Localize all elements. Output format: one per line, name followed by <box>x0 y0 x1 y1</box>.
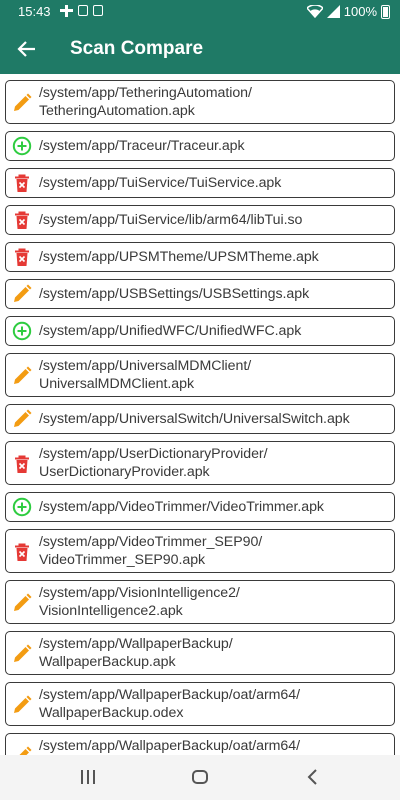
file-path: /system/app/Traceur/Traceur.apk <box>39 137 388 155</box>
trash-icon <box>12 210 32 230</box>
list-item[interactable]: /system/app/UniversalMDMClient/Universal… <box>5 353 395 397</box>
file-path-line: /system/app/TetheringAutomation/ <box>39 85 252 101</box>
file-path-line: UserDictionaryProvider.apk <box>39 464 210 480</box>
file-path-line: UniversalMDMClient.apk <box>39 376 195 392</box>
list-item[interactable]: /system/app/VideoTrimmer_SEP90/VideoTrim… <box>5 529 395 573</box>
list-item[interactable]: /system/app/VisionIntelligence2/VisionIn… <box>5 580 395 624</box>
file-path: /system/app/USBSettings/USBSettings.apk <box>39 285 388 303</box>
file-path-line: /system/app/WallpaperBackup/oat/arm64/ <box>39 687 300 703</box>
gamepad-icon <box>60 5 73 17</box>
back-button[interactable] <box>12 34 42 64</box>
file-path: /system/app/UnifiedWFC/UnifiedWFC.apk <box>39 322 388 340</box>
file-path: /system/app/WallpaperBackup/WallpaperBac… <box>39 635 388 671</box>
file-path-line: /system/app/Traceur/Traceur.apk <box>39 138 245 154</box>
file-path-line: WallpaperBackup.apk <box>39 654 176 670</box>
list-item[interactable]: /system/app/WallpaperBackup/WallpaperBac… <box>5 631 395 675</box>
pencil-icon <box>12 93 32 113</box>
file-path-line: VisionIntelligence2.apk <box>39 603 183 619</box>
app-bar: Scan Compare <box>0 24 400 74</box>
file-path: /system/app/TuiService/lib/arm64/libTui.… <box>39 211 388 229</box>
nav-bar <box>0 755 400 800</box>
file-path: /system/app/UPSMTheme/UPSMTheme.apk <box>39 248 388 266</box>
file-path: /system/app/WallpaperBackup/oat/arm64/Wa… <box>39 686 388 722</box>
file-path-line: /system/app/VideoTrimmer/VideoTrimmer.ap… <box>39 499 324 515</box>
list-item[interactable]: /system/app/TuiService/TuiService.apk <box>5 168 395 198</box>
list-item[interactable]: /system/app/UPSMTheme/UPSMTheme.apk <box>5 242 395 272</box>
trash-icon <box>12 542 32 562</box>
file-list[interactable]: /system/app/TetheringAutomation/Tetherin… <box>0 74 400 755</box>
file-path: /system/app/UniversalMDMClient/Universal… <box>39 357 388 393</box>
file-path-line: /system/app/TuiService/TuiService.apk <box>39 175 282 191</box>
list-item[interactable]: /system/app/UserDictionaryProvider/UserD… <box>5 441 395 485</box>
sim-icon <box>93 5 103 16</box>
arrow-left-icon <box>17 41 35 57</box>
wifi-icon <box>306 5 323 18</box>
plus-circle-icon <box>12 497 32 517</box>
file-path-line: /system/app/UniversalSwitch/UniversalSwi… <box>39 411 350 427</box>
recent-apps-button[interactable] <box>80 769 96 785</box>
file-path: /system/app/TetheringAutomation/Tetherin… <box>39 84 388 120</box>
file-path-line: WallpaperBackup.odex <box>39 705 184 721</box>
pencil-icon <box>12 284 32 304</box>
list-item[interactable]: /system/app/TuiService/lib/arm64/libTui.… <box>5 205 395 235</box>
file-path-line: TetheringAutomation.apk <box>39 103 195 119</box>
file-path-line: /system/app/UPSMTheme/UPSMTheme.apk <box>39 249 319 265</box>
file-path-line: /system/app/USBSettings/USBSettings.apk <box>39 286 310 302</box>
pencil-icon <box>12 644 32 664</box>
pencil-icon <box>12 409 32 429</box>
list-item[interactable]: /system/app/UniversalSwitch/UniversalSwi… <box>5 404 395 434</box>
file-path-line: /system/app/VisionIntelligence2/ <box>39 585 240 601</box>
battery-icon <box>381 4 390 19</box>
app-notification-icon <box>78 5 88 16</box>
file-path-line: /system/app/UnifiedWFC/UnifiedWFC.apk <box>39 323 302 339</box>
page-title: Scan Compare <box>70 38 204 59</box>
pencil-icon <box>12 366 32 386</box>
file-path-line: /system/app/UniversalMDMClient/ <box>39 358 252 374</box>
list-item[interactable]: /system/app/TetheringAutomation/Tetherin… <box>5 80 395 124</box>
notification-icons <box>60 5 103 17</box>
trash-icon <box>12 454 32 474</box>
trash-icon <box>12 247 32 267</box>
file-path: /system/app/VisionIntelligence2/VisionIn… <box>39 584 388 620</box>
status-bar: 15:43 100% <box>0 0 400 24</box>
pencil-icon <box>12 695 32 715</box>
list-item[interactable]: /system/app/Traceur/Traceur.apk <box>5 131 395 161</box>
file-path-line: /system/app/UserDictionaryProvider/ <box>39 446 268 462</box>
file-path-line: /system/app/VideoTrimmer_SEP90/ <box>39 534 263 550</box>
signal-icon <box>326 5 340 18</box>
file-path: /system/app/UserDictionaryProvider/UserD… <box>39 445 388 481</box>
list-item[interactable]: /system/app/UnifiedWFC/UnifiedWFC.apk <box>5 316 395 346</box>
file-path: /system/app/VideoTrimmer/VideoTrimmer.ap… <box>39 498 388 516</box>
plus-circle-icon <box>12 321 32 341</box>
home-button[interactable] <box>192 770 208 784</box>
file-path-line: /system/app/TuiService/lib/arm64/libTui.… <box>39 212 303 228</box>
file-path: /system/app/WallpaperBackup/oat/arm64/Wa… <box>39 737 388 755</box>
list-item[interactable]: /system/app/VideoTrimmer/VideoTrimmer.ap… <box>5 492 395 522</box>
nav-back-button[interactable] <box>305 768 321 786</box>
trash-icon <box>12 173 32 193</box>
file-path-line: VideoTrimmer_SEP90.apk <box>39 552 206 568</box>
list-item[interactable]: /system/app/WallpaperBackup/oat/arm64/Wa… <box>5 733 395 755</box>
file-path: /system/app/VideoTrimmer_SEP90/VideoTrim… <box>39 533 388 569</box>
file-path-line: /system/app/WallpaperBackup/ <box>39 636 233 652</box>
list-item[interactable]: /system/app/USBSettings/USBSettings.apk <box>5 279 395 309</box>
plus-circle-icon <box>12 136 32 156</box>
pencil-icon <box>12 746 32 755</box>
status-time: 15:43 <box>18 4 51 19</box>
pencil-icon <box>12 593 32 613</box>
list-item[interactable]: /system/app/WallpaperBackup/oat/arm64/Wa… <box>5 682 395 726</box>
battery-percent: 100% <box>343 4 377 19</box>
file-path: /system/app/TuiService/TuiService.apk <box>39 174 388 192</box>
file-path: /system/app/UniversalSwitch/UniversalSwi… <box>39 410 388 428</box>
file-path-line: /system/app/WallpaperBackup/oat/arm64/ <box>39 738 300 754</box>
